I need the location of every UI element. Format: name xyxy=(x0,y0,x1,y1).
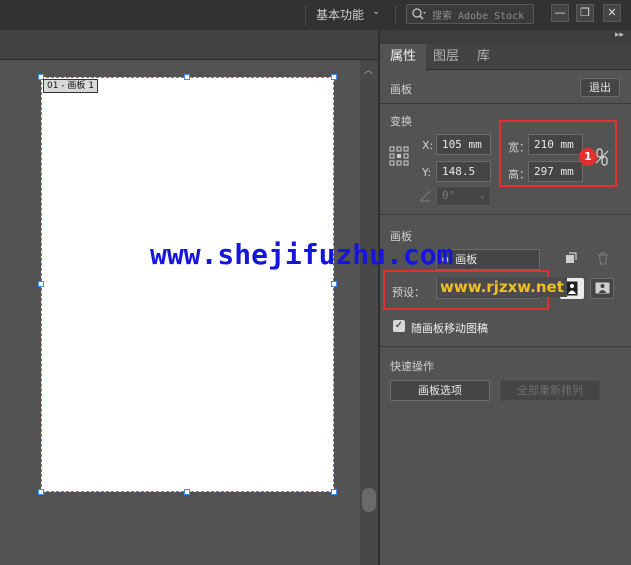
portrait-icon xyxy=(566,281,578,296)
resize-handle-bottom-right[interactable] xyxy=(331,489,337,495)
constrain-proportions-link-icon[interactable] xyxy=(595,148,609,166)
chevron-down-icon[interactable]: ⌄ xyxy=(480,187,485,205)
rotate-angle-icon xyxy=(419,190,431,202)
resize-handle-top[interactable] xyxy=(184,74,190,80)
width-input[interactable]: 210 mm xyxy=(528,134,583,155)
scrollbar-thumb[interactable] xyxy=(362,488,376,512)
y-label: Y: xyxy=(422,166,431,179)
resize-handle-bottom-left[interactable] xyxy=(38,489,44,495)
document-tab-strip xyxy=(0,30,378,60)
tab-layers[interactable]: 图层 xyxy=(423,44,469,70)
exit-artboard-button[interactable]: 退出 xyxy=(580,78,620,97)
tab-properties[interactable]: 属性 xyxy=(380,44,427,70)
workspace-switcher[interactable]: 基本功能 xyxy=(316,6,364,23)
resize-handle-left[interactable] xyxy=(38,281,44,287)
rotation-input[interactable]: 0° ⌄ xyxy=(436,186,491,206)
section-divider xyxy=(380,214,631,215)
watermark-text: www.shejifuzhu.com xyxy=(150,238,454,271)
x-label: X: xyxy=(422,139,434,152)
artboard-name-label[interactable]: 01 - 画板 1 xyxy=(43,79,99,93)
artboard-options-button[interactable]: 画板选项 xyxy=(390,380,490,401)
height-input[interactable]: 297 mm xyxy=(528,161,583,182)
resize-handle-right[interactable] xyxy=(331,281,337,287)
scroll-up-arrow-icon[interactable]: ︿ xyxy=(364,63,373,76)
delete-artboard-icon[interactable] xyxy=(597,252,609,265)
section-title-transform: 变换 xyxy=(390,115,412,128)
rotation-value: 0° xyxy=(442,189,456,202)
close-button[interactable]: ✕ xyxy=(603,4,621,22)
search-icon xyxy=(412,8,426,20)
section-title-artboard: 画板 xyxy=(390,83,412,96)
artboard-name-value: 画板 xyxy=(455,253,478,266)
resize-handle-top-right[interactable] xyxy=(331,74,337,80)
new-artboard-icon[interactable] xyxy=(565,252,577,264)
move-with-artboard-checkbox[interactable]: ✓ xyxy=(393,320,405,332)
watermark-text-secondary: www.rjzxw.net xyxy=(437,277,567,297)
minimize-button[interactable]: — xyxy=(551,4,569,22)
section-title-quick-actions: 快速操作 xyxy=(390,360,434,373)
preset-label: 预设： xyxy=(392,286,425,299)
artboard[interactable] xyxy=(41,77,334,492)
landscape-orientation-button[interactable] xyxy=(590,278,614,299)
width-label: 宽： xyxy=(508,141,530,154)
tab-libraries[interactable]: 库 xyxy=(467,44,500,70)
resize-handle-bottom[interactable] xyxy=(184,489,190,495)
chevron-down-icon[interactable]: ⌄ xyxy=(372,6,380,17)
reference-point-icon[interactable] xyxy=(389,146,409,166)
height-label: 高： xyxy=(508,168,530,181)
landscape-icon xyxy=(595,282,609,294)
move-with-artboard-label: 随画板移动图稿 xyxy=(411,322,488,335)
section-divider xyxy=(380,103,631,104)
annotation-step-badge: 1 xyxy=(579,148,597,166)
collapse-panel-icon[interactable]: ▸▸ xyxy=(615,30,624,40)
x-position-input[interactable]: 105 mm xyxy=(436,134,491,155)
panel-header-bar xyxy=(380,30,631,44)
y-position-input[interactable]: 148.5 mm xyxy=(436,161,491,198)
search-placeholder: 搜索 Adobe Stock xyxy=(432,11,525,22)
section-divider xyxy=(380,346,631,347)
toolbar-divider xyxy=(395,5,396,25)
toolbar-divider xyxy=(305,5,306,25)
rearrange-all-button[interactable]: 全部重新排列 xyxy=(500,380,600,401)
restore-button[interactable]: ❐ xyxy=(576,4,594,22)
